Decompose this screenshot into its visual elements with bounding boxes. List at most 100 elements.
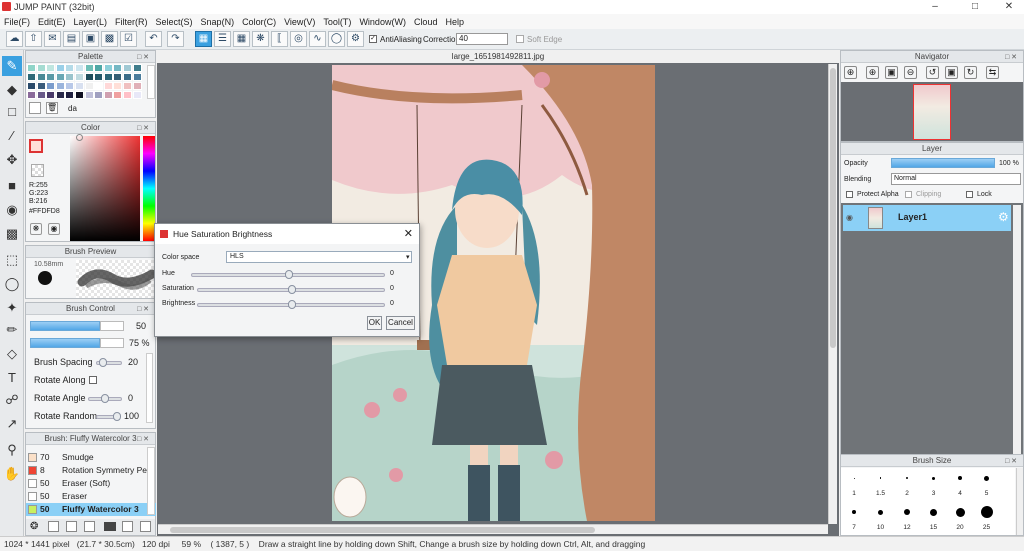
palette-swatch[interactable] (103, 82, 113, 90)
navigator-view[interactable] (841, 82, 1023, 141)
palette-swatch[interactable] (36, 82, 46, 90)
menu-snap[interactable]: Snap(N) (197, 14, 239, 29)
palette-swatch[interactable] (113, 82, 123, 90)
cloud-icon[interactable]: ☁ (6, 31, 23, 47)
saturation-value-picker[interactable] (70, 136, 140, 241)
palette-swatch[interactable] (55, 91, 65, 99)
dialog-close-icon[interactable]: ✕ (404, 224, 413, 244)
palette-swatch[interactable] (65, 91, 75, 99)
zoom-fit-icon[interactable]: ⊕ (844, 66, 857, 79)
palette-swatch[interactable] (132, 73, 142, 81)
palette-swatch[interactable] (94, 73, 104, 81)
palette-swatch[interactable] (75, 82, 84, 90)
line-tool-icon[interactable]: ∕ (2, 126, 22, 146)
select-rect-tool-icon[interactable]: ⬚ (2, 250, 22, 270)
brush-tool-icon[interactable]: ✎ (2, 56, 22, 76)
palette-swatch[interactable] (65, 73, 75, 81)
export-icon[interactable]: ⇧ (25, 31, 42, 47)
hue-slider[interactable] (191, 270, 385, 279)
menu-filter[interactable]: Filter(R) (111, 14, 152, 29)
layer-visibility-icon[interactable]: ◉ (846, 213, 853, 222)
lock-checkbox[interactable] (966, 191, 973, 198)
checklist-icon[interactable]: ☑ (120, 31, 137, 47)
lasso-tool-icon[interactable]: ◯ (2, 274, 22, 294)
minimize-icon[interactable]: – (920, 0, 950, 14)
palette-swatch[interactable] (46, 82, 56, 90)
comment-icon[interactable]: ✉ (44, 31, 61, 47)
brush-tree-icon[interactable]: ❂ (30, 521, 38, 532)
shape-tool-icon[interactable]: □ (2, 102, 22, 122)
brush-control-scrollbar[interactable] (146, 353, 153, 423)
brush-size-dot[interactable] (958, 476, 962, 480)
menu-layer[interactable]: Layer(L) (70, 14, 112, 29)
menu-color[interactable]: Color(C) (238, 14, 280, 29)
bucket-tool-icon[interactable]: ◉ (2, 200, 22, 220)
menu-file[interactable]: File(F) (0, 14, 34, 29)
brush-size-dot[interactable] (930, 508, 937, 516)
color-wheel-icon[interactable]: ❋ (30, 223, 42, 235)
palette-swatch[interactable] (132, 91, 142, 99)
brush-item[interactable]: 70 Smudge (26, 451, 156, 464)
text-tool-icon[interactable]: T (2, 368, 22, 388)
palette-swatch[interactable] (36, 64, 46, 72)
palette-swatch[interactable] (46, 91, 56, 99)
brush-item[interactable]: 8 Rotation Symmetry Pe (26, 464, 156, 477)
foreground-color-swatch[interactable] (29, 139, 43, 153)
palette-swatch[interactable] (132, 82, 142, 90)
palette-swatch[interactable] (36, 73, 46, 81)
snap-ellipse-icon[interactable]: ◯ (328, 31, 345, 47)
layer-list-scrollbar[interactable] (1013, 205, 1021, 481)
hand-tool-icon[interactable]: ✋ (2, 464, 22, 484)
snap-vanishing-icon[interactable]: ⟦ (271, 31, 288, 47)
brightness-slider[interactable] (197, 300, 385, 309)
palette-swatch[interactable] (55, 82, 65, 90)
palette-swatch[interactable] (27, 91, 36, 99)
palette-swatches[interactable] (27, 64, 145, 100)
panel-controls-icon[interactable]: □✕ (1003, 456, 1021, 465)
brush-size-dot[interactable] (932, 476, 935, 480)
palette-scrollbar[interactable] (147, 65, 155, 99)
saturation-knob[interactable] (288, 285, 296, 294)
snap-curve-icon[interactable]: ∿ (309, 31, 326, 47)
ok-button[interactable]: OK (367, 316, 382, 330)
palette-swatch[interactable] (65, 64, 75, 72)
palette-swatch[interactable] (103, 91, 113, 99)
select-pen-tool-icon[interactable]: ✏ (2, 320, 22, 340)
softedge-checkbox[interactable] (516, 35, 524, 43)
panel-controls-icon[interactable]: □✕ (135, 434, 153, 443)
palette-swatch[interactable] (103, 73, 113, 81)
close-icon[interactable]: ✕ (994, 0, 1024, 14)
panel-controls-icon[interactable]: □✕ (1003, 52, 1021, 61)
brush-size-dot[interactable] (853, 477, 855, 479)
zoom-actual-icon[interactable]: ▣ (885, 66, 898, 79)
saturation-slider[interactable] (197, 285, 385, 294)
brush-item[interactable]: 50 Eraser (26, 490, 156, 503)
correction-select[interactable]: 40 (456, 33, 508, 45)
layer-list[interactable]: ◉ Layer1 ⚙ (841, 203, 1023, 483)
snap-settings-icon[interactable]: ⚙ (347, 31, 364, 47)
palette-swatch[interactable] (94, 64, 104, 72)
page-icon[interactable]: ▩ (101, 31, 118, 47)
antialiasing-checkbox[interactable]: ✓ (369, 35, 377, 43)
brightness-knob[interactable] (288, 300, 296, 309)
palette-swatch[interactable] (75, 64, 84, 72)
menu-edit[interactable]: Edit(E) (34, 14, 70, 29)
hue-knob[interactable] (285, 270, 293, 279)
palette-swatch[interactable] (84, 82, 94, 90)
cancel-button[interactable]: Cancel (386, 316, 415, 330)
brush-size-dot[interactable] (955, 507, 965, 517)
palette-swatch[interactable] (132, 64, 142, 72)
brush-size-grid[interactable]: 1 1.5 2 3 4 5 7 10 12 15 20 25 (841, 468, 1015, 535)
rotate-left-icon[interactable]: ↺ (926, 66, 939, 79)
brush-copy-icon[interactable] (66, 521, 77, 532)
operation-tool-icon[interactable]: ↗ (2, 414, 22, 434)
protect-alpha-checkbox[interactable] (846, 191, 853, 198)
panel-controls-icon[interactable]: □✕ (135, 304, 153, 313)
brush-opacity-bar[interactable] (30, 338, 100, 348)
brush-duplicate-icon[interactable] (122, 521, 133, 532)
undo-icon[interactable]: ↶ (145, 31, 162, 47)
palette-swatch[interactable] (84, 91, 94, 99)
palette-swatch[interactable] (94, 82, 104, 90)
canvas-vscrollbar[interactable] (828, 64, 837, 524)
menu-help[interactable]: Help (441, 14, 468, 29)
